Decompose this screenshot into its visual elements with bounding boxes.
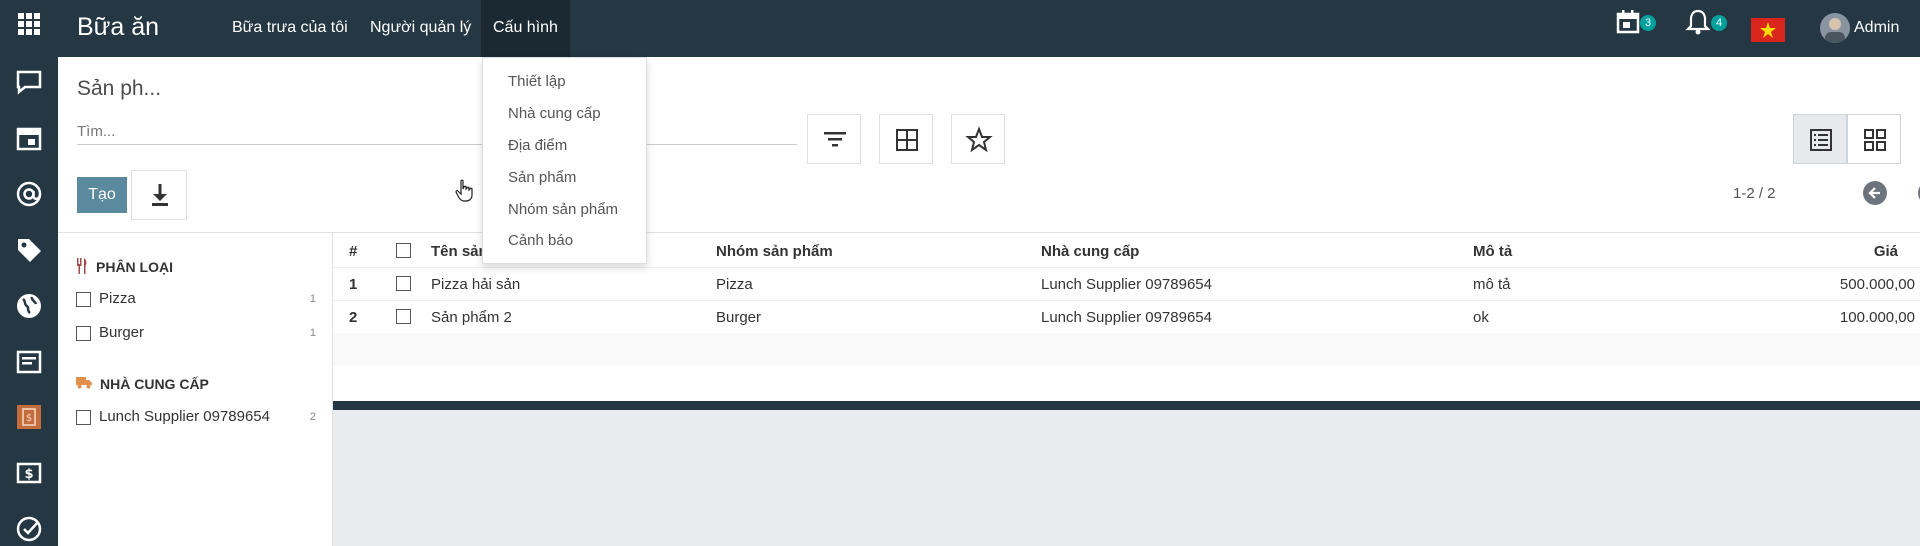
- supplier-label: Lunch Supplier 09789654: [99, 408, 270, 425]
- category-count: 1: [309, 327, 316, 339]
- list-footer-bar: [333, 401, 1920, 410]
- download-button[interactable]: [131, 170, 187, 220]
- check-circle-icon[interactable]: [14, 514, 44, 544]
- supplier-filter-item[interactable]: Lunch Supplier 09789654 2: [76, 407, 316, 429]
- product-description: mô tả: [1473, 276, 1511, 293]
- select-all-checkbox[interactable]: [396, 243, 411, 258]
- group-by-icon: [896, 129, 918, 151]
- filter-icon: [824, 132, 846, 147]
- favorites-button[interactable]: [951, 114, 1005, 164]
- header-supplier[interactable]: Nhà cung cấp: [1041, 243, 1139, 260]
- menu-my-lunch[interactable]: Bữa trưa của tôi: [232, 19, 348, 37]
- row-number: 1: [349, 276, 358, 293]
- search-panel: PHÂN LOẠI Pizza 1 Burger 1 NHÀ CUNG CẤP …: [58, 233, 333, 546]
- product-category: Pizza: [716, 276, 753, 293]
- control-panel: Sản ph... Tìm... Tạo 1-2 / 2: [58, 57, 1920, 233]
- category-section-title: PHÂN LOẠI: [96, 259, 173, 275]
- product-name: Pizza hải sản: [431, 276, 521, 293]
- tag-icon[interactable]: [14, 235, 44, 265]
- list-view: # Tên sản Nhóm sản phẩm Nhà cung cấp Mô …: [333, 233, 1920, 546]
- header-price[interactable]: Giá: [1874, 243, 1898, 260]
- avatar[interactable]: [1820, 13, 1850, 43]
- notifications-badge: 4: [1711, 15, 1727, 31]
- svg-text:$: $: [26, 413, 32, 424]
- category-label: Pizza: [99, 290, 136, 307]
- product-category: Burger: [716, 309, 762, 326]
- configuration-dropdown: Thiết lập Nhà cung cấp Địa điểm Sản phẩm…: [482, 57, 647, 264]
- calendar-icon[interactable]: [14, 123, 44, 153]
- activities-badge: 3: [1640, 15, 1656, 31]
- menu-item-product-categories[interactable]: Nhóm sản phẩm: [508, 201, 618, 218]
- top-navbar: Bữa ăn Bữa trưa của tôi Người quản lý Cấ…: [0, 0, 1920, 57]
- money-icon[interactable]: $: [14, 458, 44, 488]
- checkbox[interactable]: [76, 326, 91, 341]
- category-filter-burger[interactable]: Burger 1: [76, 323, 316, 345]
- product-name: Sản phẩm 2: [431, 309, 512, 326]
- kanban-view-icon: [1864, 129, 1886, 151]
- create-button[interactable]: Tạo: [77, 177, 127, 213]
- pager-previous[interactable]: [1863, 181, 1887, 205]
- app-title[interactable]: Bữa ăn: [77, 13, 159, 42]
- row-number: 2: [349, 309, 358, 326]
- kanban-view-button[interactable]: [1847, 114, 1901, 164]
- supplier-section-title: NHÀ CUNG CẤP: [100, 376, 209, 392]
- page-title: Sản ph...: [77, 77, 162, 100]
- category-count: 1: [309, 293, 316, 305]
- product-description: ok: [1473, 309, 1489, 326]
- svg-text:$: $: [24, 467, 33, 482]
- menu-item-settings[interactable]: Thiết lập: [508, 73, 566, 90]
- checkbox[interactable]: [76, 292, 91, 307]
- invoice-icon[interactable]: $: [14, 402, 44, 432]
- document-icon[interactable]: [14, 347, 44, 377]
- apps-grid-icon[interactable]: [18, 13, 40, 35]
- header-number: #: [349, 243, 358, 260]
- menu-manager[interactable]: Người quản lý: [370, 19, 471, 37]
- hand-cursor-icon: [455, 179, 473, 202]
- vietnam-flag-icon[interactable]: [1751, 18, 1785, 42]
- user-name[interactable]: Admin: [1854, 19, 1899, 37]
- left-rail: $ $: [0, 57, 58, 546]
- table-row[interactable]: 2 Sản phẩm 2 Burger Lunch Supplier 09789…: [333, 300, 1920, 333]
- chat-icon[interactable]: [14, 67, 44, 97]
- empty-row: [333, 333, 1920, 366]
- product-price: 500.000,00: [1839, 276, 1915, 293]
- supplier-count: 2: [309, 411, 316, 423]
- product-price: 100.000,00: [1839, 309, 1915, 326]
- category-filter-pizza[interactable]: Pizza 1: [76, 289, 316, 311]
- product-supplier: Lunch Supplier 09789654: [1041, 276, 1212, 293]
- row-checkbox[interactable]: [396, 309, 411, 324]
- menu-item-products[interactable]: Sản phẩm: [508, 169, 576, 186]
- header-name[interactable]: Tên sản: [431, 243, 488, 260]
- list-view-icon: [1810, 129, 1832, 151]
- search-input[interactable]: Tìm...: [77, 121, 797, 145]
- header-category[interactable]: Nhóm sản phẩm: [716, 243, 833, 260]
- list-view-button[interactable]: [1793, 114, 1847, 164]
- checkbox[interactable]: [76, 410, 91, 425]
- globe-icon[interactable]: [14, 291, 44, 321]
- group-by-button[interactable]: [879, 114, 933, 164]
- pager-value[interactable]: 1-2 / 2: [1733, 185, 1776, 202]
- download-icon: [152, 184, 168, 206]
- star-icon: [965, 126, 993, 153]
- menu-item-locations[interactable]: Địa điểm: [508, 137, 567, 154]
- at-icon[interactable]: [14, 179, 44, 209]
- menu-item-alerts[interactable]: Cảnh báo: [508, 232, 573, 249]
- truck-icon: [76, 377, 92, 389]
- category-label: Burger: [99, 324, 145, 341]
- list-empty-area: [333, 410, 1920, 546]
- menu-item-vendors[interactable]: Nhà cung cấp: [508, 105, 601, 122]
- menu-configuration[interactable]: Cấu hình: [481, 0, 570, 57]
- header-description[interactable]: Mô tả: [1473, 243, 1512, 260]
- arrow-left-icon: [1868, 187, 1880, 199]
- row-checkbox[interactable]: [396, 276, 411, 291]
- product-supplier: Lunch Supplier 09789654: [1041, 309, 1212, 326]
- table-row[interactable]: 1 Pizza hải sản Pizza Lunch Supplier 097…: [333, 267, 1920, 300]
- filter-button[interactable]: [807, 114, 861, 164]
- utensils-icon: [77, 258, 87, 274]
